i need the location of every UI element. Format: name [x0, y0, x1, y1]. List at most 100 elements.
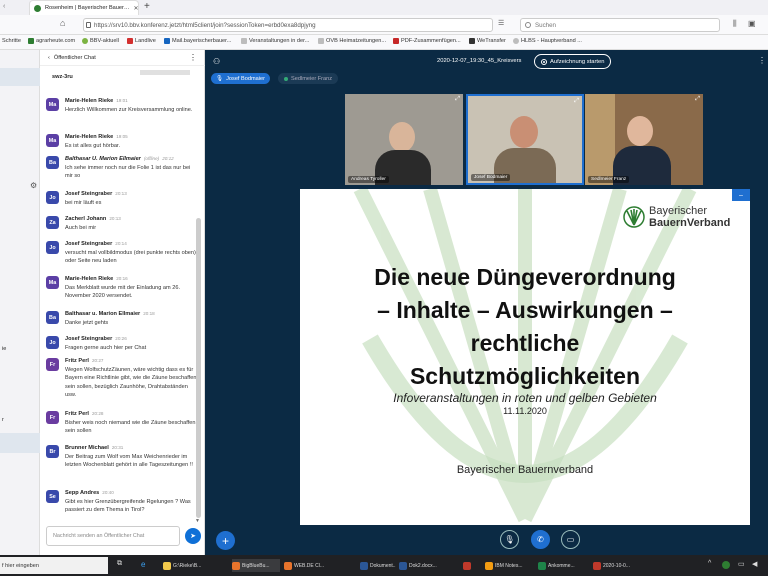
taskbar-item[interactable]: BigBlueBu... — [232, 559, 280, 572]
avatar: Fr — [46, 358, 59, 371]
presenter-badge[interactable]: Sedlmeier Franz — [278, 73, 339, 84]
close-tab-icon[interactable]: ✕ — [133, 5, 138, 12]
chat-input[interactable]: Nachricht senden an Öffentlicher Chat — [46, 526, 180, 546]
taskbar-item[interactable]: WEB.DE Cl... — [284, 559, 354, 572]
bbv-favicon-icon — [34, 4, 41, 12]
users-toggle-icon[interactable]: ⚇ — [213, 57, 220, 66]
mail-icon — [164, 38, 170, 44]
presentation-slide: – Bayerischer BauernVerband Die neue Dün… — [300, 189, 750, 525]
actions-button[interactable]: + — [216, 531, 235, 550]
video-label: Andreas Tyroller — [348, 176, 389, 183]
avatar: Fr — [46, 411, 59, 424]
record-button[interactable]: Aufzeichnung starten — [534, 54, 612, 69]
session-name: 2020-12-07_19:30_45_Kreisvers — [437, 58, 522, 64]
room-bar — [140, 70, 190, 75]
audio-button[interactable]: ✆ — [531, 530, 550, 549]
taskbar-item[interactable]: Dokument... — [360, 559, 396, 572]
sender-name: Brunner Michael 20:31 — [65, 445, 124, 451]
meeting-area: ⚇ 2020-12-07_19:30_45_Kreisvers Aufzeich… — [205, 50, 768, 555]
library-icon[interactable]: ⫼ — [733, 19, 737, 29]
browser-nav-bar: ⌂ https://srv10.bbv.konferenz.jetzt/html… — [0, 15, 768, 35]
back-chevron-icon[interactable]: ‹ — [48, 55, 50, 61]
bookshelf — [585, 94, 615, 185]
microphone-icon: 🎙 — [216, 75, 224, 82]
avatar: Jo — [46, 191, 59, 204]
bookmark-item[interactable]: BBV-aktuell — [82, 38, 119, 44]
participant-figure — [510, 116, 538, 148]
scroll-down-icon[interactable]: ▼ — [195, 518, 200, 524]
bookmark-item[interactable]: Veranstaltungen in der... — [241, 38, 309, 44]
settings-icon[interactable]: ⚙ — [30, 181, 37, 190]
home-icon[interactable]: ⌂ — [60, 18, 65, 28]
presenter-badge[interactable]: 🎙 Josef Bodmaier — [211, 73, 270, 84]
task-view-icon[interactable]: ⧉ — [117, 560, 122, 568]
reader-icon[interactable]: ☰ — [498, 19, 504, 27]
selected-row[interactable] — [0, 433, 40, 453]
lock-icon — [86, 22, 91, 28]
camera-button[interactable]: ▭ — [561, 530, 580, 549]
fullscreen-icon[interactable]: ⤢ — [695, 96, 700, 103]
taskbar-item[interactable]: G:\Rieke\B... — [163, 559, 225, 572]
video-tile[interactable]: Sedlmeier Franz ⤢ — [585, 94, 703, 185]
tray-app-icon[interactable] — [722, 561, 730, 569]
chat-header: ‹ Öffentlicher Chat ⋮ — [40, 50, 205, 66]
fullscreen-icon[interactable]: ⤢ — [455, 96, 460, 103]
bookmark-item[interactable]: Mail.bayerischerbauer... — [164, 38, 231, 44]
tray-chevron-icon[interactable]: ^ — [708, 560, 711, 567]
mute-button[interactable]: 🎙 — [500, 530, 519, 549]
avatar: Ma — [46, 98, 59, 111]
message-text: Ich sehe immer noch nur die Folie 1 ist … — [65, 165, 191, 180]
network-icon[interactable]: ▭ — [738, 560, 745, 568]
sender-name: Josef Steingraber 20:14 — [65, 241, 127, 247]
message-time: 20:16 — [116, 276, 128, 281]
more-options-icon[interactable]: ⋮ — [758, 56, 766, 65]
bookmark-item[interactable]: agrarheute.com — [28, 38, 75, 44]
bookmark-item[interactable]: HLBS - Hauptverband ... — [513, 38, 582, 44]
app-icon — [232, 561, 240, 570]
taskbar-item[interactable]: IBM Notes... — [485, 559, 535, 572]
bookmark-item[interactable]: OVB Heimatzeitungen... — [318, 38, 386, 44]
bookmark-item[interactable]: Schritte — [2, 38, 21, 44]
slide-menu-button[interactable]: – — [732, 189, 750, 201]
app-icon — [399, 561, 407, 570]
message-text: Der Beitrag zum Wolf vom Max Weichenried… — [65, 454, 193, 469]
avatar: Ba — [46, 311, 59, 324]
app-icon — [284, 561, 292, 570]
taskbar-item[interactable]: Ankomme... — [538, 559, 590, 572]
slide-fullscreen-icon[interactable]: ⤢ — [738, 513, 744, 521]
tab-scroll-left-icon[interactable]: ‹ — [3, 3, 5, 10]
search-bar[interactable]: Suchen — [520, 18, 720, 32]
fullscreen-icon[interactable]: ⤢ — [574, 98, 579, 105]
sidebar-fragment: r — [2, 417, 4, 423]
sidebar-toggle-icon[interactable]: ▣ — [748, 19, 756, 28]
taskbar-item[interactable]: Dok2.docx... — [399, 559, 459, 572]
taskbar-search[interactable]: f hier eingeben — [0, 557, 108, 574]
bookmark-item[interactable]: PDF-Zusammenfügen... — [393, 38, 461, 44]
taskbar-item[interactable] — [463, 559, 481, 572]
edge-icon[interactable]: e — [141, 560, 145, 569]
new-tab-button[interactable]: + — [144, 1, 150, 12]
url-bar[interactable]: https://srv10.bbv.konferenz.jetzt/html5c… — [83, 18, 493, 32]
volume-icon[interactable]: ◀ — [752, 560, 757, 568]
chat-scrollbar[interactable] — [196, 218, 201, 518]
video-tile[interactable]: Josef Bodmaier ⤢ — [466, 94, 584, 185]
agrarheute-icon — [28, 38, 34, 44]
app-icon — [163, 561, 171, 570]
send-button[interactable]: ➤ — [185, 528, 201, 544]
participant-figure — [389, 122, 415, 152]
participant-figure — [627, 116, 653, 146]
more-options-icon[interactable]: ⋮ — [189, 53, 197, 62]
selected-row[interactable] — [0, 68, 40, 86]
bookmarks-bar: Schritte agrarheute.com BBV-aktuell Land… — [0, 35, 768, 50]
taskbar-item[interactable]: 2020-10-0... — [593, 559, 643, 572]
message-text: Bisher weis noch niemand wie die Zäune b… — [65, 420, 196, 435]
app-icon — [360, 561, 368, 570]
windows-taskbar: f hier eingeben ⧉ e G:\Rieke\B... BigBlue… — [0, 555, 768, 576]
bookmark-item[interactable]: WeTransfer — [469, 38, 506, 44]
microphone-off-icon: 🎙 — [504, 535, 515, 544]
bookmark-item[interactable]: Landlive — [127, 38, 156, 44]
sidebar-fragment: ie — [2, 346, 7, 352]
browser-tab-active[interactable]: Rosenheim | Bayerischer Bauer… ✕ — [30, 1, 138, 15]
message-time: 20:26 — [115, 336, 127, 341]
video-tile[interactable]: Andreas Tyroller ⤢ — [345, 94, 463, 185]
